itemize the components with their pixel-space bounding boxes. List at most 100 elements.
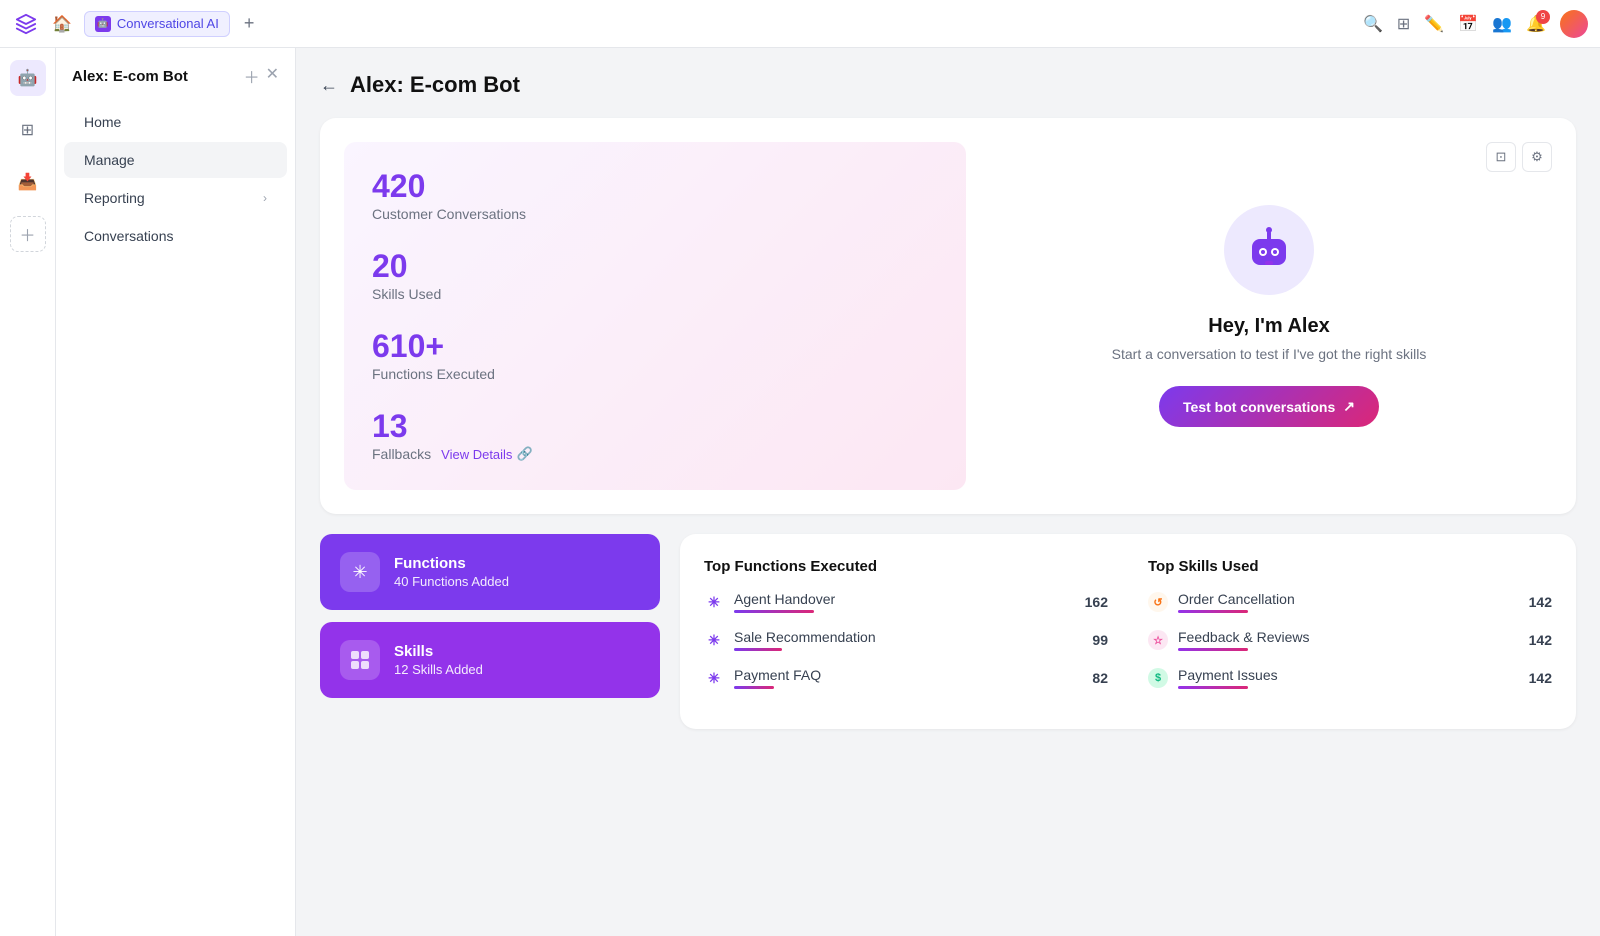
sidebar-close-button[interactable]: ✕ — [266, 64, 279, 88]
skill-icon-2: $ — [1148, 668, 1168, 688]
icon-bar-ai[interactable]: 🤖 — [10, 60, 46, 96]
functions-card-text: Functions 40 Functions Added — [394, 555, 509, 589]
bot-panel: ⊡ ⚙ Hey, I'm Alex Sta — [986, 142, 1552, 490]
calendar-icon[interactable]: 📅 — [1458, 14, 1478, 34]
icon-bar-inbox[interactable]: 📥 — [10, 164, 46, 200]
bot-panel-layout-btn[interactable]: ⊡ — [1486, 142, 1516, 172]
top-skill-row-1: ☆ Feedback & Reviews 142 — [1148, 629, 1552, 651]
logo — [12, 10, 40, 38]
sidebar-title: Alex: E-com Bot — [72, 68, 188, 85]
bottom-section: ✳ Functions 40 Functions Added — [320, 534, 1576, 729]
top-function-count-1: 99 — [1092, 632, 1108, 648]
function-icon-1: ✳ — [704, 630, 724, 650]
skills-card[interactable]: Skills 12 Skills Added — [320, 622, 660, 698]
stat-number-conversations: 420 — [372, 170, 938, 202]
back-button[interactable]: ← — [320, 75, 338, 96]
bot-avatar — [1224, 205, 1314, 295]
skill-icon-0: ↺ — [1148, 592, 1168, 612]
top-skill-row-2-left: $ Payment Issues — [1148, 667, 1278, 689]
grid-icon[interactable]: ⊞ — [1397, 14, 1410, 34]
top-skill-1-text: Feedback & Reviews — [1178, 629, 1310, 651]
top-skill-0-text: Order Cancellation — [1178, 591, 1295, 613]
page-title: Alex: E-com Bot — [350, 72, 520, 98]
sidebar-item-reporting[interactable]: Reporting › — [64, 180, 287, 216]
notifications[interactable]: 🔔 9 — [1526, 14, 1546, 34]
icon-bar-dashboard[interactable]: ⊞ — [10, 112, 46, 148]
top-skill-row-1-left: ☆ Feedback & Reviews — [1148, 629, 1310, 651]
top-function-row-0-left: ✳ Agent Handover — [704, 591, 835, 613]
topbar-tab[interactable]: 🤖 Conversational AI — [84, 11, 230, 37]
skill-icon-1: ☆ — [1148, 630, 1168, 650]
functions-card-subtitle: 40 Functions Added — [394, 574, 509, 589]
top-function-row-1-left: ✳ Sale Recommendation — [704, 629, 876, 651]
skills-card-text: Skills 12 Skills Added — [394, 643, 483, 677]
new-tab-button[interactable]: + — [238, 11, 261, 36]
stat-label-fallbacks: Fallbacks — [372, 446, 431, 462]
icon-bar-add[interactable]: ＋ — [10, 216, 46, 252]
top-function-row-0: ✳ Agent Handover 162 — [704, 591, 1108, 613]
stat-customer-conversations: 420 Customer Conversations — [372, 170, 938, 222]
skill-circle-2: $ — [1148, 668, 1168, 688]
top-functions-table: Top Functions Executed ✳ Agent Handover … — [704, 558, 1108, 705]
bot-subtitle: Start a conversation to test if I've got… — [1112, 346, 1427, 362]
top-function-label: Agent Handover — [734, 591, 835, 613]
function-icon-2: ✳ — [704, 668, 724, 688]
external-icon: ↗ — [1343, 398, 1355, 415]
sidebar-item-conversations-label: Conversations — [84, 228, 174, 244]
tab-icon: 🤖 — [95, 16, 111, 32]
bot-name: Hey, I'm Alex — [1208, 315, 1329, 338]
top-functions-title: Top Functions Executed — [704, 558, 1108, 575]
content-area: ← Alex: E-com Bot 420 Customer Conversat… — [296, 48, 1600, 936]
external-link-icon: 🔗 — [516, 446, 532, 462]
top-function-row-1: ✳ Sale Recommendation 99 — [704, 629, 1108, 651]
test-bot-button[interactable]: Test bot conversations ↗ — [1159, 386, 1379, 427]
stat-skills-used: 20 Skills Used — [372, 250, 938, 302]
sidebar-item-conversations[interactable]: Conversations — [64, 218, 287, 254]
edit-icon[interactable]: ✏️ — [1424, 14, 1444, 34]
stat-label-conversations: Customer Conversations — [372, 206, 938, 222]
bot-panel-actions: ⊡ ⚙ — [1486, 142, 1552, 172]
home-icon[interactable]: 🏠 — [48, 10, 76, 38]
function-bar-1 — [734, 648, 782, 651]
functions-card[interactable]: ✳ Functions 40 Functions Added — [320, 534, 660, 610]
test-bot-label: Test bot conversations — [1183, 399, 1335, 415]
top-function-count-0: 162 — [1085, 594, 1108, 610]
top-skill-2-text: Payment Issues — [1178, 667, 1278, 689]
skill-circle-0: ↺ — [1148, 592, 1168, 612]
avatar[interactable] — [1560, 10, 1588, 38]
sidebar-item-manage-label: Manage — [84, 152, 135, 168]
notification-badge: 9 — [1536, 10, 1550, 24]
top-skill-count-0: 142 — [1529, 594, 1552, 610]
top-skill-count-1: 142 — [1529, 632, 1552, 648]
skills-card-icon — [340, 640, 380, 680]
top-function-1-text: Sale Recommendation — [734, 629, 876, 651]
stat-number-skills: 20 — [372, 250, 938, 282]
stats-panel: 420 Customer Conversations 20 Skills Use… — [344, 142, 966, 490]
sidebar-item-home-label: Home — [84, 114, 121, 130]
function-bar-0 — [734, 610, 814, 613]
function-bar-2 — [734, 686, 774, 689]
skill-bar-2 — [1178, 686, 1248, 689]
view-details-link[interactable]: View Details 🔗 — [441, 446, 532, 462]
tab-label: Conversational AI — [117, 16, 219, 31]
sidebar: Alex: E-com Bot ＋ ✕ Home Manage Reportin… — [56, 48, 296, 936]
chevron-right-icon: › — [263, 191, 267, 205]
page-header: ← Alex: E-com Bot — [320, 72, 1576, 98]
skills-card-title: Skills — [394, 643, 483, 660]
topbar-actions: 🔍 ⊞ ✏️ 📅 👥 🔔 9 — [1363, 10, 1588, 38]
topbar: 🏠 🤖 Conversational AI + 🔍 ⊞ ✏️ 📅 👥 🔔 9 — [0, 0, 1600, 48]
stat-label-functions: Functions Executed — [372, 366, 938, 382]
feature-cards-column: ✳ Functions 40 Functions Added — [320, 534, 660, 729]
sidebar-add-button[interactable]: ＋ — [244, 64, 260, 88]
sidebar-item-manage[interactable]: Manage — [64, 142, 287, 178]
stats-tables: Top Functions Executed ✳ Agent Handover … — [680, 534, 1576, 729]
search-icon[interactable]: 🔍 — [1363, 14, 1383, 34]
stat-row-fallbacks: Fallbacks View Details 🔗 — [372, 446, 938, 462]
users-icon[interactable]: 👥 — [1492, 14, 1512, 34]
sidebar-item-home[interactable]: Home — [64, 104, 287, 140]
stat-number-functions: 610+ — [372, 330, 938, 362]
skill-circle-1: ☆ — [1148, 630, 1168, 650]
bot-panel-settings-btn[interactable]: ⚙ — [1522, 142, 1552, 172]
stat-number-fallbacks: 13 — [372, 410, 938, 442]
top-function-row-2: ✳ Payment FAQ 82 — [704, 667, 1108, 689]
